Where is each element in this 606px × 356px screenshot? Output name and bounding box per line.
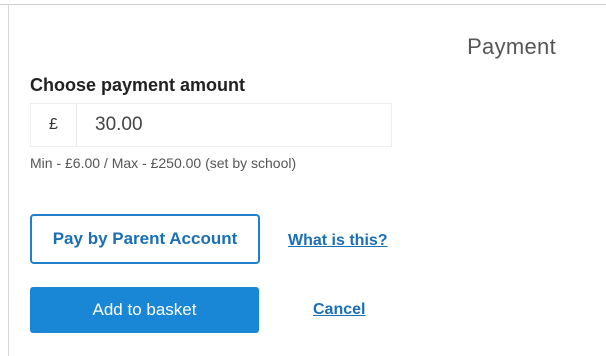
amount-input-group: £ [30,103,392,147]
what-is-this-link[interactable]: What is this? [288,232,388,250]
panel-top-border [0,4,606,5]
pay-by-parent-account-button[interactable]: Pay by Parent Account [30,214,260,264]
payment-amount-input[interactable] [77,104,391,146]
amount-limits-help-text: Min - £6.00 / Max - £250.00 (set by scho… [30,155,297,171]
panel-left-border [8,4,9,356]
payment-amount-heading: Choose payment amount [30,75,246,95]
panel-title: Payment [467,34,556,59]
payment-panel: Payment Choose payment amount £ Min - £6… [0,0,606,356]
add-to-basket-button[interactable]: Add to basket [30,287,259,333]
cancel-link[interactable]: Cancel [313,301,365,319]
currency-symbol: £ [31,104,77,146]
